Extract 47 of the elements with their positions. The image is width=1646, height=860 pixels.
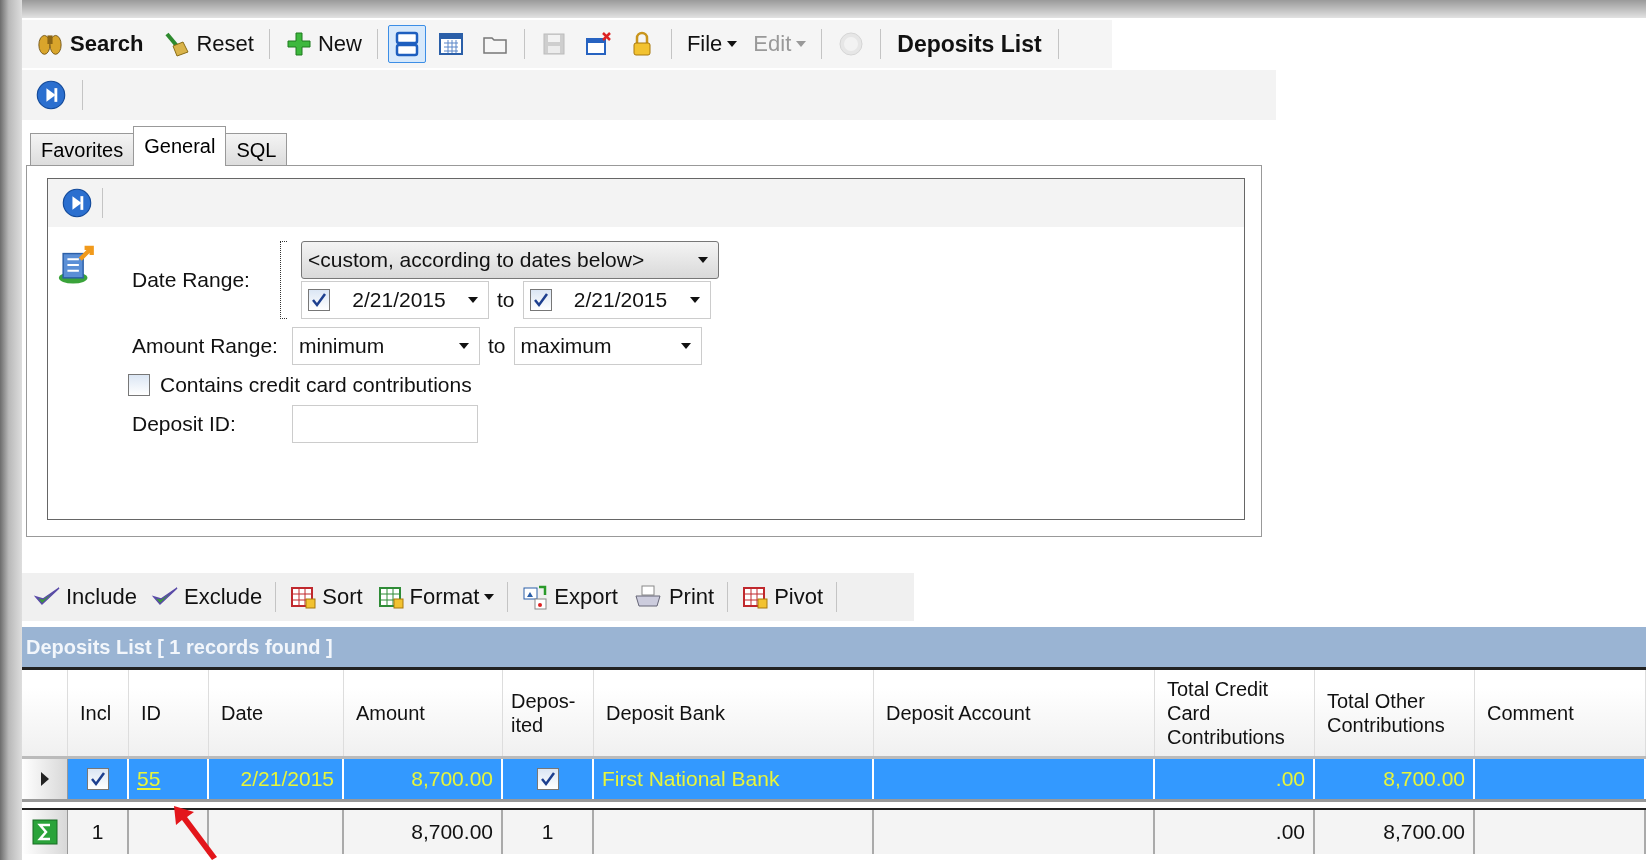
tab[interactable]: General <box>133 126 227 166</box>
toolbar-button[interactable]: Search <box>30 25 149 63</box>
amount-range-label: Amount Range: <box>132 334 279 358</box>
date-range-select[interactable]: <custom, according to dates below> <box>301 241 719 279</box>
toolbar-button[interactable]: Exclude <box>145 578 268 616</box>
tab[interactable]: SQL <box>225 133 288 166</box>
to-label: to <box>497 288 515 312</box>
menu-button[interactable]: Format <box>371 578 500 616</box>
column-header[interactable]: Total Other Contributions <box>1315 670 1475 756</box>
column-header[interactable]: Amount <box>344 670 503 756</box>
grid-caption: Deposits List [ 1 records found ] <box>22 627 1646 670</box>
to-label: to <box>488 334 506 358</box>
column-header[interactable]: Incl <box>68 670 129 756</box>
credit-card-label: Contains credit card contributions <box>160 373 472 397</box>
column-header[interactable]: Total Credit Card Contributions <box>1155 670 1315 756</box>
amount-select[interactable]: minimum <box>292 327 480 365</box>
tab[interactable]: Favorites <box>30 133 135 166</box>
table-cell: 1 <box>503 810 594 854</box>
page-title: Deposits List <box>896 30 1043 58</box>
column-header[interactable]: Deposit Account <box>874 670 1155 756</box>
table-cell: 2/21/2015 <box>209 759 344 799</box>
table-cell: 1 <box>68 810 129 854</box>
table-cell: .00 <box>1155 810 1315 854</box>
toolbar-button[interactable]: Pivot <box>736 578 829 616</box>
table-cell: 8,700.00 <box>1315 759 1475 799</box>
deposit-id-label: Deposit ID: <box>132 412 237 436</box>
column-header[interactable]: ID <box>129 670 209 756</box>
table-cell: First National Bank <box>594 759 874 799</box>
column-header[interactable]: Depos-ited <box>503 670 594 756</box>
column-header[interactable]: Date <box>209 670 344 756</box>
column-header[interactable]: Comment <box>1475 670 1646 756</box>
toolbar-button[interactable]: Include <box>28 578 142 616</box>
toolbar-button[interactable]: New <box>279 25 367 63</box>
date-field[interactable]: 2/21/2015 <box>301 281 489 319</box>
date-field[interactable]: 2/21/2015 <box>522 281 711 319</box>
amount-select[interactable]: maximum <box>513 327 702 365</box>
toolbar-button[interactable]: Reset <box>154 25 259 63</box>
table-cell: 8,700.00 <box>344 810 503 854</box>
table-cell: 8,700.00 <box>1315 810 1475 854</box>
menu-button[interactable]: File <box>681 25 743 63</box>
table-cell: 8,700.00 <box>344 759 503 799</box>
toolbar-button[interactable]: Export <box>516 578 623 616</box>
toolbar-button[interactable]: Sort <box>284 578 368 616</box>
table-cell: .00 <box>1155 759 1315 799</box>
column-header[interactable]: Deposit Bank <box>594 670 874 756</box>
date-range-label: Date Range: <box>132 268 251 292</box>
toolbar-button[interactable]: Print <box>626 578 720 616</box>
